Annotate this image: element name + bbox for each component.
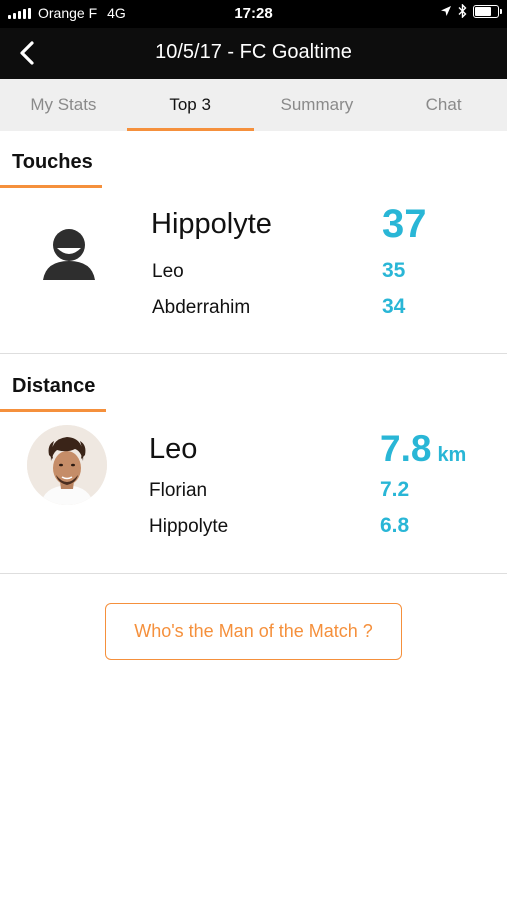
default-avatar-icon [43,229,95,280]
touches-leader-name: Hippolyte [151,208,272,240]
tab-bar: My Stats Top 3 Summary Chat [0,79,507,131]
touches-leader-value: 37 [382,202,427,246]
distance-third-name: Hippolyte [149,516,229,537]
status-right [440,4,502,18]
touches-third-value: 34 [382,295,406,318]
touches-third-name: Abderrahim [152,297,251,318]
tab-chat[interactable]: Chat [380,79,507,131]
touches-second-name: Leo [152,261,184,282]
player-photo-avatar [27,425,107,505]
status-time: 17:28 [234,5,273,22]
back-button[interactable] [12,37,46,71]
tab-top-3[interactable]: Top 3 [126,79,254,131]
bluetooth-icon [458,4,467,18]
status-bar: Orange F 4G 17:28 [0,0,507,28]
distance-leader-name: Leo [149,433,198,465]
distance-third-value: 6.8 [380,514,410,537]
section-title: Distance [12,375,96,397]
page-title: 10/5/17 - FC Goaltime [155,41,352,63]
location-arrow-icon [441,6,451,16]
tab-summary[interactable]: Summary [254,79,381,131]
section-title: Touches [12,151,93,173]
battery-icon [473,4,502,18]
section-underline [0,409,106,412]
distance-unit: km [437,444,467,466]
distance-leader-number: 7.8 [380,428,432,469]
distance-leader-value: 7.8 km [380,428,466,470]
section-underline [0,185,102,188]
touches-second-value: 35 [382,259,406,282]
chevron-left-icon [20,41,34,65]
touches-section: Touches Hippolyte 37 Leo 35 Abderrahim 3… [0,131,507,354]
tab-my-stats[interactable]: My Stats [0,79,127,131]
battery-level [475,6,491,16]
distance-second-name: Florian [149,480,208,501]
man-of-the-match-button[interactable]: Who's the Man of the Match ? [105,603,402,660]
distance-second-value: 7.2 [380,478,410,501]
player-photo-image [27,425,107,505]
nav-bar: 10/5/17 - FC Goaltime [0,28,507,79]
